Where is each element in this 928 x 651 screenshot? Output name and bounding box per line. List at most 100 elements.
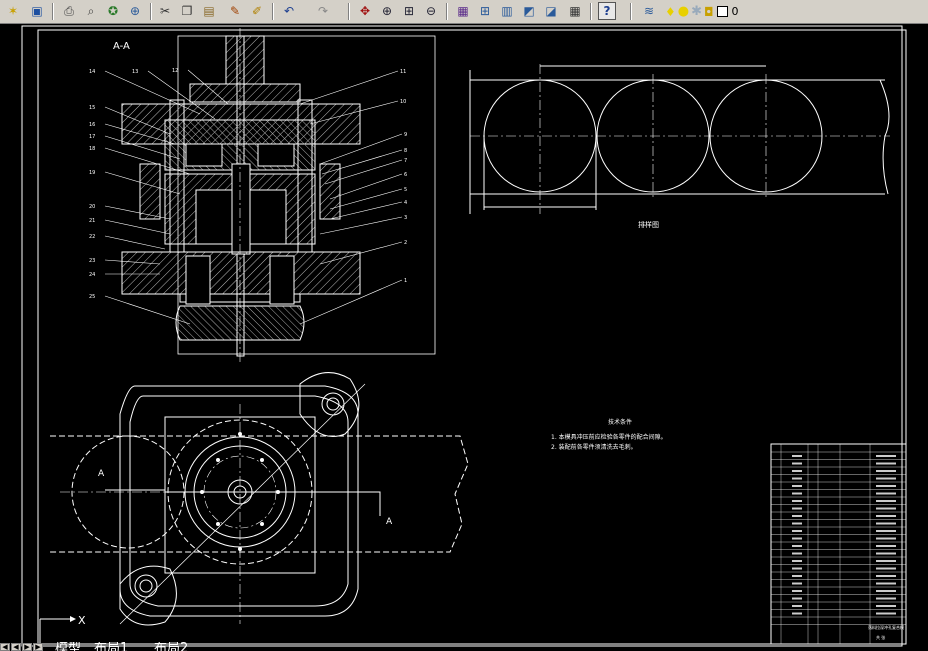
balloon-number: 14 [89, 69, 95, 75]
balloon-number: 11 [400, 69, 406, 75]
calculator-icon[interactable]: ▦ [566, 2, 584, 20]
parts-list-table [770, 443, 907, 645]
sun-icon[interactable]: ● [678, 4, 689, 19]
print-icon[interactable]: ⎙ [60, 2, 78, 20]
balloon-number: 5 [404, 187, 407, 193]
undo-icon[interactable]: ↶ [280, 2, 298, 20]
toolbar-separator [52, 3, 54, 20]
zoom-window-icon[interactable]: ⊞ [400, 2, 418, 20]
tech-req-title: 技术条件 [608, 418, 632, 426]
tab-prev-button[interactable]: ◀ [11, 643, 21, 651]
layer-name: 0 [731, 5, 739, 18]
save-icon[interactable]: ▣ [28, 2, 46, 20]
lightbulb-icon[interactable]: ♦ [665, 5, 676, 19]
balloon-number: 7 [404, 158, 407, 164]
table-cell-text [876, 567, 896, 570]
table-cell-text [792, 612, 802, 615]
balloon-number: 4 [404, 200, 407, 206]
leader-line [104, 219, 171, 235]
table-cell-text [792, 470, 802, 472]
balloon-number: 20 [89, 204, 95, 210]
balloon-number: 18 [89, 146, 95, 152]
table-cell-text [792, 507, 802, 510]
leader-line [299, 70, 399, 105]
lock-icon[interactable]: ◘ [704, 5, 714, 19]
table-cell-text [876, 545, 896, 547]
table-cell-text [792, 552, 802, 555]
cut-label-right: A [386, 517, 393, 527]
table-cell-text [876, 515, 896, 517]
tab-layout-1[interactable]: 布局1 [94, 642, 128, 651]
balloon-number: 2 [404, 240, 407, 246]
cut-icon[interactable]: ✂ [156, 2, 174, 20]
toolbar-separator [348, 3, 350, 20]
tech-req-line-2: 2. 装配前各零件须清洗去毛刺。 [551, 443, 637, 451]
table-cell-text [792, 590, 802, 592]
color-swatch-icon[interactable] [716, 6, 728, 17]
print-preview-icon[interactable]: ⌕ [82, 2, 100, 20]
redo-icon[interactable]: ↷ [314, 2, 332, 20]
plot-icon[interactable]: ⊕ [126, 2, 144, 20]
sheet-count: 共 张 [876, 634, 885, 640]
freeze-icon[interactable]: ✱ [691, 4, 702, 19]
balloon-number: 16 [89, 122, 95, 128]
table-cell-text [792, 537, 802, 540]
tab-first-button[interactable]: ◀ [0, 643, 10, 651]
balloon-number: 13 [132, 69, 138, 75]
balloon-number: 24 [89, 272, 95, 278]
paste-icon[interactable]: ▤ [200, 2, 218, 20]
copy-icon[interactable]: ❐ [178, 2, 196, 20]
properties-icon[interactable]: ▦ [454, 2, 472, 20]
tool-palettes-icon[interactable]: ▥ [498, 2, 516, 20]
tab-model[interactable]: 模型 [55, 642, 81, 651]
leader-line [329, 188, 403, 210]
strip-layout-label: 排样图 [638, 220, 659, 229]
table-cell-text [792, 597, 802, 600]
markup-icon[interactable]: ◪ [542, 2, 560, 20]
match-properties-icon[interactable]: ✎ [226, 2, 244, 20]
toolbar-separator [150, 3, 152, 20]
balloon-number: 12 [172, 68, 178, 74]
publish-icon[interactable]: ✪ [104, 2, 122, 20]
table-cell-text [792, 492, 802, 495]
table-cell-text [876, 492, 896, 495]
table-cell-text [876, 530, 896, 532]
layer-manager-icon[interactable]: ≋ [640, 2, 658, 20]
cut-label-left: A [98, 469, 105, 479]
design-center-icon[interactable]: ⊞ [476, 2, 494, 20]
zoom-realtime-icon[interactable]: ⊕ [378, 2, 396, 20]
toolbar-separator [446, 3, 448, 20]
pan-icon[interactable]: ✥ [356, 2, 374, 20]
toolbar-separator [590, 3, 592, 20]
table-cell-text [876, 500, 896, 502]
tab-last-button[interactable]: ▶ [33, 643, 43, 651]
table-cell-text [876, 462, 896, 465]
tab-next-button[interactable]: ▶ [22, 643, 32, 651]
toolbar-separator [272, 3, 274, 20]
block-editor-icon[interactable]: ✐ [248, 2, 266, 20]
table-cell-text [876, 582, 896, 585]
zoom-previous-icon[interactable]: ⊖ [422, 2, 440, 20]
balloon-number: 10 [400, 99, 406, 105]
toolbar-separator [630, 3, 632, 20]
balloon-number: 3 [404, 215, 407, 221]
new-file-icon[interactable]: ✶ [4, 2, 22, 20]
ucs-icon: X [39, 614, 86, 644]
table-cell-text [792, 462, 802, 465]
table-cell-text [792, 605, 802, 607]
tab-layout-2[interactable]: 布局2 [154, 642, 188, 651]
balloon-number: 15 [89, 105, 95, 111]
drawing-canvas[interactable]: A-A 14 13 12151617181920212223242511109876… [0, 24, 928, 651]
table-cell-text [792, 485, 802, 487]
layer-control[interactable]: ♦ ● ✱ ◘ 0 [665, 3, 785, 20]
table-cell-text [792, 530, 802, 532]
tech-req-line-1: 1. 本模具冲压前应检验各零件的配合间隙。 [551, 433, 667, 441]
balloon-number: 1 [404, 278, 407, 284]
leader-line [329, 173, 403, 200]
table-cell-text [792, 567, 802, 570]
balloon-number: 25 [89, 294, 95, 300]
balloon-number: 9 [404, 132, 407, 138]
help-icon[interactable]: ? [598, 2, 616, 20]
sheet-set-icon[interactable]: ◩ [520, 2, 538, 20]
section-label: A-A [113, 41, 130, 52]
